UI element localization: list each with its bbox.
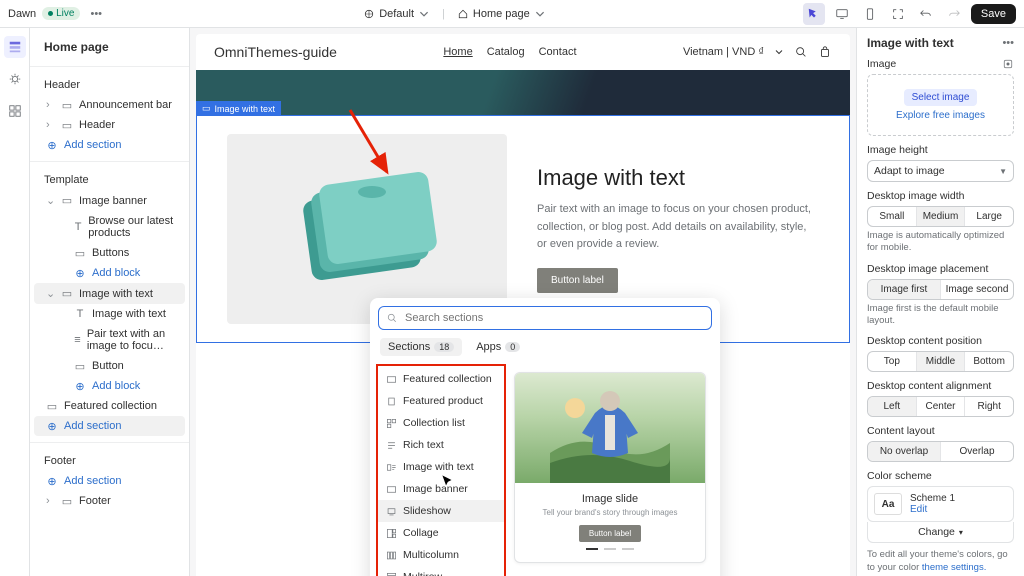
nav-contact[interactable]: Contact: [539, 46, 577, 58]
nav-home[interactable]: Home: [443, 46, 472, 58]
theme-settings-rail[interactable]: [4, 68, 26, 90]
image-height-select[interactable]: Adapt to image▼: [867, 160, 1014, 182]
section-opt-collection-list[interactable]: Collection list: [378, 412, 504, 434]
section-footer[interactable]: ›▭Footer: [34, 491, 185, 511]
theme-name: Dawn: [8, 8, 36, 20]
sections-sidebar: Home page Header ›▭Announcement bar ›▭He…: [30, 28, 190, 576]
section-preview-card: Image slide Tell your brand's story thro…: [514, 372, 706, 563]
chevron-down-icon: [774, 47, 784, 57]
add-template-section[interactable]: ⊕Add section: [34, 416, 185, 436]
fullscreen-button[interactable]: [887, 3, 909, 25]
dynamic-source-icon[interactable]: [1002, 58, 1014, 70]
theme-actions-button[interactable]: •••: [86, 6, 106, 22]
sections-tab[interactable]: Sections18: [380, 338, 462, 356]
section-image-with-text[interactable]: ⌄▭Image with text: [34, 283, 185, 304]
preview-slide-button: Button label: [579, 525, 641, 542]
inspector-toggle[interactable]: [803, 3, 825, 25]
template-icon: [363, 8, 375, 20]
mobile-view-button[interactable]: [859, 3, 881, 25]
content-align-segment[interactable]: Left Center Right: [867, 396, 1014, 417]
nav-catalog[interactable]: Catalog: [487, 46, 525, 58]
add-block-banner[interactable]: ⊕Add block: [34, 263, 185, 283]
image-picker[interactable]: Select image Explore free images: [867, 74, 1014, 136]
panel-actions[interactable]: •••: [1002, 37, 1014, 49]
section-featured-collection[interactable]: ▭Featured collection: [34, 396, 185, 416]
locale-selector[interactable]: Vietnam | VND ₫: [683, 46, 764, 58]
section-opt-collage[interactable]: Collage: [378, 522, 504, 544]
desktop-view-button[interactable]: [831, 3, 853, 25]
block-buttons[interactable]: ▭Buttons: [34, 243, 185, 263]
cart-icon[interactable]: [818, 45, 832, 59]
chevron-down-icon: [418, 8, 430, 20]
change-scheme-button[interactable]: Change▾: [867, 522, 1014, 543]
undo-button[interactable]: [915, 3, 937, 25]
iwt-image-placeholder[interactable]: [227, 134, 507, 324]
theme-settings-link[interactable]: theme settings.: [922, 562, 986, 573]
section-image-banner[interactable]: ⌄▭Image banner: [34, 190, 185, 211]
panel-title: Image with text: [867, 36, 954, 50]
scheme-edit-link[interactable]: Edit: [910, 504, 955, 515]
redo-button[interactable]: [943, 3, 965, 25]
select-image-button[interactable]: Select image: [904, 89, 978, 106]
scheme-swatch: Aa: [874, 493, 902, 515]
section-opt-image-with-text[interactable]: Image with text: [378, 456, 504, 478]
block-iwt-heading[interactable]: TImage with text: [34, 304, 185, 324]
home-icon: [457, 8, 469, 20]
image-banner-preview[interactable]: [196, 70, 850, 115]
preview-slide-desc: Tell your brand's story through images: [525, 508, 695, 517]
section-opt-featured-product[interactable]: Featured product: [378, 390, 504, 412]
sections-rail[interactable]: [4, 36, 26, 58]
section-announcement-bar[interactable]: ›▭Announcement bar: [34, 95, 185, 115]
settings-panel: Image with text ••• Image Select image E…: [856, 28, 1024, 576]
save-button[interactable]: Save: [971, 4, 1016, 24]
section-opt-multirow[interactable]: Multirow: [378, 566, 504, 576]
live-badge: Live: [42, 7, 80, 20]
preview-pagination: [525, 542, 695, 552]
apps-tab[interactable]: Apps0: [468, 338, 528, 356]
add-block-iwt[interactable]: ⊕Add block: [34, 376, 185, 396]
site-logo[interactable]: OmniThemes-guide: [214, 44, 337, 60]
image-width-segment[interactable]: Small Medium Large: [867, 206, 1014, 227]
section-list-highlighted: Featured collection Featured product Col…: [376, 364, 506, 576]
search-icon[interactable]: [794, 45, 808, 59]
page-dropdown[interactable]: Home page: [451, 6, 552, 22]
iwt-button[interactable]: Button label: [537, 268, 618, 293]
section-selection-tag: ▭ Image with text: [196, 101, 281, 116]
section-opt-featured-collection[interactable]: Featured collection: [378, 368, 504, 390]
section-opt-multicolumn[interactable]: Multicolumn: [378, 544, 504, 566]
content-position-segment[interactable]: Top Middle Bottom: [867, 351, 1014, 372]
iwt-heading[interactable]: Image with text: [537, 165, 819, 191]
add-header-section[interactable]: ⊕Add section: [34, 135, 185, 155]
section-picker-popup: Sections18 Apps0 Featured collection Fea…: [370, 298, 720, 576]
search-icon: [386, 312, 398, 324]
app-embeds-rail[interactable]: [4, 100, 26, 122]
content-layout-segment[interactable]: No overlap Overlap: [867, 441, 1014, 462]
preview-slide-title: Image slide: [525, 493, 695, 505]
explore-images-link[interactable]: Explore free images: [876, 110, 1005, 121]
block-iwt-button[interactable]: ▭Button: [34, 356, 185, 376]
iwt-description[interactable]: Pair text with an image to focus on your…: [537, 201, 819, 254]
add-footer-section[interactable]: ⊕Add section: [34, 471, 185, 491]
color-scheme-row: Aa Scheme 1 Edit: [867, 486, 1014, 522]
section-opt-image-banner[interactable]: Image banner: [378, 478, 504, 500]
chevron-down-icon: [534, 8, 546, 20]
page-title: Home page: [30, 34, 189, 60]
block-browse-products[interactable]: TBrowse our latest products: [34, 211, 185, 243]
block-iwt-text[interactable]: ≡Pair text with an image to focu…: [34, 324, 185, 356]
section-header[interactable]: ›▭Header: [34, 115, 185, 135]
section-opt-slideshow[interactable]: Slideshow: [378, 500, 504, 522]
image-placement-segment[interactable]: Image first Image second: [867, 279, 1014, 300]
template-dropdown[interactable]: Default: [357, 6, 436, 22]
section-search-input[interactable]: [378, 306, 712, 330]
section-opt-rich-text[interactable]: Rich text: [378, 434, 504, 456]
